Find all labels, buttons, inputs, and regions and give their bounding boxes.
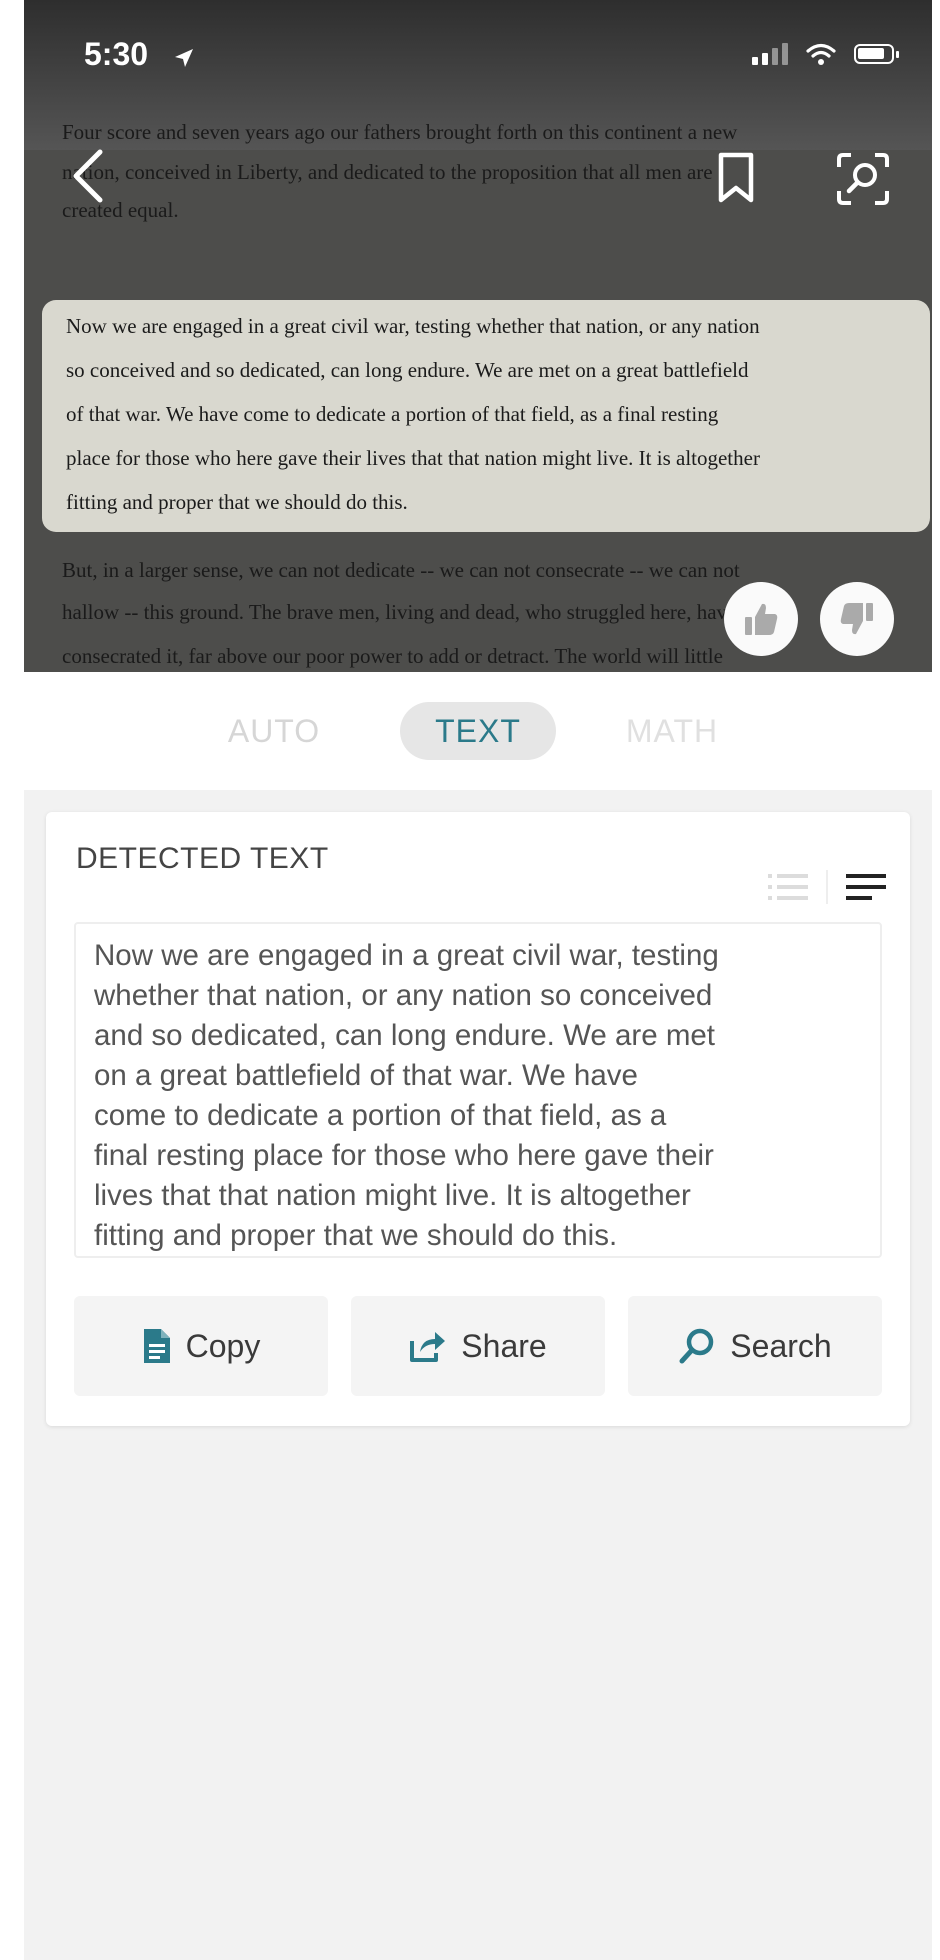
paper-line: Four score and seven years ago our fathe… [62,120,738,144]
share-label: Share [461,1327,547,1364]
list-view-icon[interactable] [768,871,808,903]
like-button[interactable] [724,582,798,656]
paper-line: created equal. [62,198,179,222]
highlighted-line: fitting and proper that we should do thi… [66,490,408,514]
view-toggles [768,870,886,904]
share-icon [410,1332,446,1362]
status-icons [752,42,899,66]
search-button[interactable]: Search [628,1296,882,1396]
visual-search-button[interactable] [832,148,894,210]
detected-text-card: DETECTED TEXT Now we are engaged in a gr [46,812,910,1426]
highlighted-line: so conceived and so dedicated, can long … [66,358,749,382]
toggle-divider [826,870,828,904]
mode-math-tab[interactable]: MATH [612,702,732,760]
thumbs-down-icon [840,603,873,635]
location-arrow-icon [175,49,193,67]
detected-text-field[interactable]: Now we are engaged in a great civil war,… [74,922,882,1258]
camera-preview: Four score and seven years ago our fathe… [24,0,932,672]
chevron-left-icon [73,149,103,203]
mode-switcher: AUTO TEXT MATH [24,672,932,790]
bookmark-button[interactable] [710,148,762,208]
card-title: DETECTED TEXT [76,842,329,875]
status-time: 5:30 [84,36,149,72]
dislike-button[interactable] [820,582,894,656]
thumbs-up-icon [745,603,778,635]
mode-auto-tab[interactable]: AUTO [224,702,324,760]
paper-line: But, in a larger sense, we can not dedic… [62,558,740,582]
paper-line: nation, conceived in Liberty, and dedica… [62,160,713,184]
highlighted-line: of that war. We have come to dedicate a … [66,402,719,426]
search-icon [679,1328,714,1364]
paper-line: consecrated it, far above our poor power… [62,644,723,668]
mode-text-tab[interactable]: TEXT [400,702,556,760]
search-label: Search [730,1327,832,1364]
action-bar: Copy Share Search [74,1296,882,1396]
highlighted-line: Now we are engaged in a great civil war,… [66,314,760,338]
battery-icon [854,44,899,64]
back-button[interactable] [60,140,116,212]
wifi-icon [806,43,836,65]
paragraph-view-icon[interactable] [846,871,886,903]
bookmark-icon [718,152,754,203]
visual-search-icon [837,153,889,205]
copy-label: Copy [185,1327,261,1364]
document-icon [143,1329,170,1363]
highlighted-line: place for those who here gave their live… [66,446,760,470]
copy-button[interactable]: Copy [74,1296,328,1396]
share-button[interactable]: Share [351,1296,605,1396]
app-screen: Four score and seven years ago our fathe… [24,0,932,1960]
detected-text-content: Now we are engaged in a great civil war,… [94,939,719,1252]
cellular-signal-icon [752,43,788,65]
